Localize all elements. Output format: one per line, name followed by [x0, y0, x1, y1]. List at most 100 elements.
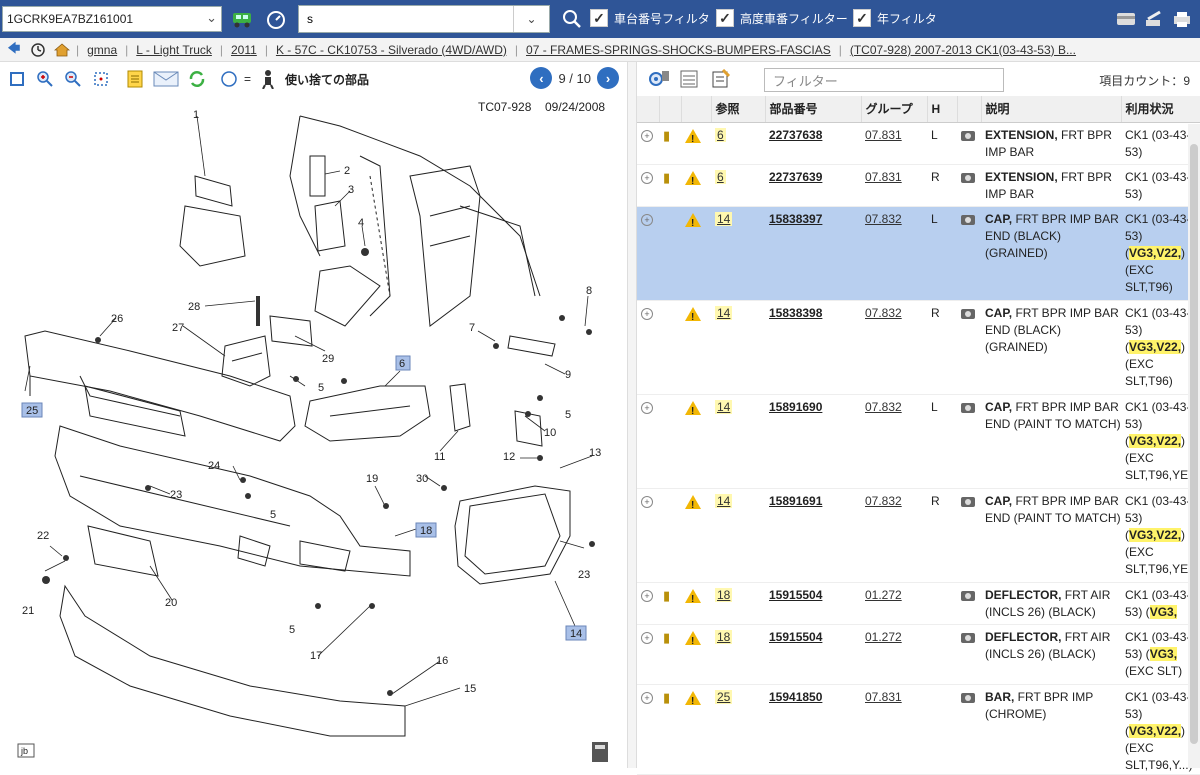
filter-vin-checkbox[interactable]: ✓ 車台番号フィルタ — [590, 9, 710, 27]
callout-29[interactable]: 29 — [322, 353, 334, 365]
filter-year-checkbox[interactable]: ✓ 年フィルタ — [853, 9, 937, 27]
callout-30[interactable]: 30 — [416, 473, 428, 485]
list-view-icon[interactable] — [677, 67, 701, 91]
print-icon[interactable] — [1170, 7, 1194, 31]
expand-cell[interactable]: + — [637, 624, 659, 685]
vertical-scrollbar[interactable] — [1188, 124, 1200, 768]
table-row[interactable]: + ▮ 18 15915504 01.272 DEFLECTOR, FRT AIR (IN… — [637, 624, 1200, 685]
truck-icon[interactable] — [230, 7, 254, 31]
callout-14-box[interactable]: 14 — [570, 628, 582, 640]
ref-link[interactable]: 14 — [715, 493, 733, 508]
breadcrumb-category[interactable]: 07 - FRAMES-SPRINGS-SHOCKS-BUMPERS-FASCI… — [526, 43, 831, 57]
dashboard-icon[interactable] — [264, 7, 288, 31]
col-ref[interactable]: 参照 — [711, 96, 766, 123]
warning-icon[interactable] — [685, 588, 701, 608]
fit-screen-icon[interactable] — [6, 68, 28, 90]
parts-diagram[interactable]: TC07-928 09/24/2008 1 2 3 4 5 7 8 9 10 1… — [0, 96, 627, 768]
table-row[interactable]: + ▮ 6 22737639 07.831 R EXTENSION, FRT BPR IMP… — [637, 164, 1200, 207]
expand-icon[interactable]: + — [641, 632, 653, 644]
ref-link[interactable]: 18 — [715, 587, 733, 602]
warning-icon[interactable] — [685, 128, 701, 148]
next-page-button[interactable]: › — [597, 67, 619, 89]
camera-icon[interactable] — [961, 308, 975, 319]
ref-link[interactable]: 14 — [715, 211, 733, 226]
prev-page-button[interactable]: ‹ — [530, 67, 553, 89]
callout-2[interactable]: 2 — [344, 165, 350, 177]
callout-5[interactable]: 5 — [318, 382, 324, 394]
callout-9[interactable]: 9 — [565, 369, 571, 381]
group-link[interactable]: 07.831 — [865, 128, 902, 142]
expand-cell[interactable]: + — [637, 206, 659, 301]
mail-icon[interactable] — [152, 68, 180, 90]
ref-link[interactable]: 18 — [715, 629, 733, 644]
callout-23b[interactable]: 23 — [578, 569, 590, 581]
refresh-icon[interactable] — [186, 68, 208, 90]
callout-4[interactable]: 4 — [358, 217, 364, 229]
camera-icon[interactable] — [961, 692, 975, 703]
part-number-link[interactable]: 15891690 — [769, 400, 822, 414]
breadcrumb-model[interactable]: K - 57C - CK10753 - Silverado (4WD/AWD) — [276, 43, 507, 57]
callout-19[interactable]: 19 — [366, 473, 378, 485]
ref-link[interactable]: 14 — [715, 305, 733, 320]
callout-1[interactable]: 1 — [193, 109, 199, 121]
circle-icon[interactable] — [218, 68, 240, 90]
search-box[interactable]: ⌄ — [298, 5, 550, 33]
vin-select[interactable]: 1GCRK9EA7BZ161001 ⌄ — [2, 6, 222, 32]
notes-icon[interactable]: ▮ — [663, 588, 670, 603]
callout-28[interactable]: 28 — [188, 301, 200, 313]
callout-26[interactable]: 26 — [111, 313, 123, 325]
table-row[interactable]: + ▮ 18 15915504 01.272 DEFLECTOR, FRT AIR (IN… — [637, 582, 1200, 625]
group-link[interactable]: 07.832 — [865, 494, 902, 508]
zoom-in-icon[interactable] — [34, 68, 56, 90]
warning-icon[interactable] — [685, 306, 701, 326]
warning-icon[interactable] — [685, 494, 701, 514]
expand-icon[interactable]: + — [641, 692, 653, 704]
part-number-link[interactable]: 15838397 — [769, 212, 822, 226]
edit-list-icon[interactable] — [709, 67, 733, 91]
expand-cell[interactable]: + — [637, 582, 659, 625]
col-usage[interactable]: 利用状況 — [1121, 96, 1200, 123]
callout-5b[interactable]: 5 — [270, 509, 276, 521]
panel-splitter[interactable] — [627, 62, 637, 768]
group-link[interactable]: 07.832 — [865, 306, 902, 320]
group-link[interactable]: 07.832 — [865, 212, 902, 226]
breadcrumb-light-truck[interactable]: L - Light Truck — [136, 43, 212, 57]
callout-25-box[interactable]: 25 — [26, 405, 38, 417]
warning-icon[interactable] — [685, 400, 701, 420]
table-row[interactable]: +14 15891690 07.832 L CAP, FRT BPR IMP BAR E… — [637, 394, 1200, 489]
camera-icon[interactable] — [961, 402, 975, 413]
callout-13[interactable]: 13 — [589, 447, 601, 459]
notes-icon[interactable]: ▮ — [663, 128, 670, 143]
camera-icon[interactable] — [961, 632, 975, 643]
group-link[interactable]: 07.832 — [865, 400, 902, 414]
expand-cell[interactable]: + — [637, 684, 659, 775]
notes-icon[interactable]: ▮ — [663, 170, 670, 185]
zoom-out-icon[interactable] — [62, 68, 84, 90]
expand-icon[interactable]: + — [641, 308, 653, 320]
part-number-link[interactable]: 15838398 — [769, 306, 822, 320]
history-icon[interactable] — [28, 42, 48, 57]
callout-21[interactable]: 21 — [22, 605, 34, 617]
breadcrumb-illustration[interactable]: (TC07-928) 2007-2013 CK1(03-43-53) B... — [850, 43, 1076, 57]
table-row[interactable]: +14 15838397 07.832 L CAP, FRT BPR IMP BAR E… — [637, 206, 1200, 301]
breadcrumb-gmna[interactable]: gmna — [87, 43, 117, 57]
view-icon[interactable] — [647, 67, 671, 91]
callout-22[interactable]: 22 — [37, 530, 49, 542]
part-number-link[interactable]: 15915504 — [769, 630, 822, 644]
part-number-link[interactable]: 22737638 — [769, 128, 822, 142]
ref-link[interactable]: 14 — [715, 399, 733, 414]
callout-3[interactable]: 3 — [348, 184, 354, 196]
filter-advanced-vin-checkbox[interactable]: ✓ 高度車番フィルター — [716, 9, 848, 27]
col-group[interactable]: グループ — [861, 96, 928, 123]
table-row[interactable]: + ▮ 25 15941850 07.831 BAR, FRT BPR IMP (CHRO… — [637, 684, 1200, 775]
notes-icon[interactable] — [124, 68, 146, 90]
notes-icon[interactable]: ▮ — [663, 630, 670, 645]
callout-18-box[interactable]: 18 — [420, 525, 432, 537]
expand-icon[interactable]: + — [641, 496, 653, 508]
ref-link[interactable]: 6 — [715, 169, 726, 184]
part-number-link[interactable]: 15941850 — [769, 690, 822, 704]
expand-cell[interactable]: + — [637, 394, 659, 489]
col-h[interactable]: H — [927, 96, 958, 123]
callout-16[interactable]: 16 — [436, 655, 448, 667]
back-arrow-icon[interactable]: 🡄 — [4, 39, 24, 60]
